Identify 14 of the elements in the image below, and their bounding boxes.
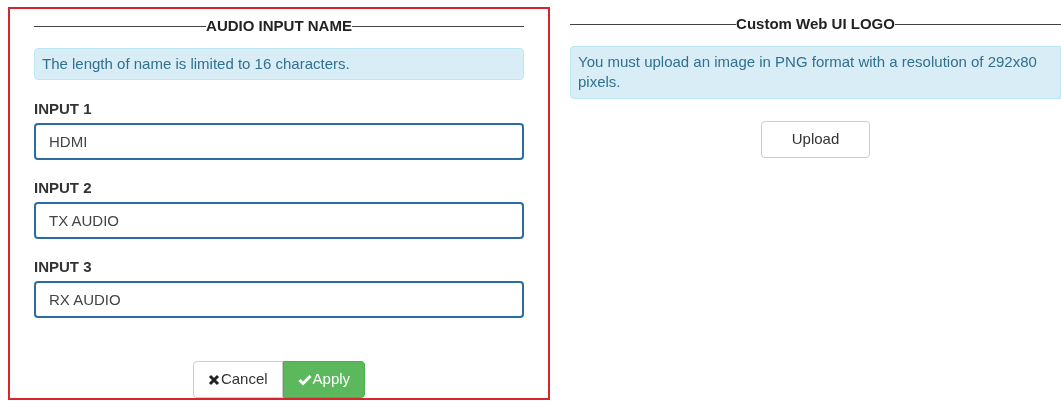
field-label: INPUT 1 bbox=[34, 100, 93, 119]
close-icon bbox=[207, 373, 220, 386]
input-field[interactable]: HDMI bbox=[34, 123, 524, 160]
check-icon bbox=[297, 373, 312, 386]
section-title: AUDIO INPUT NAME bbox=[206, 16, 352, 36]
info-message: You must upload an image in PNG format with a resolution of 292x80 pixels. bbox=[570, 45, 1061, 99]
field-label: INPUT 3 bbox=[34, 258, 93, 277]
input-field[interactable]: TX AUDIO bbox=[34, 202, 524, 239]
field-label: INPUT 2 bbox=[34, 179, 93, 198]
section-title: Custom Web UI LOGO bbox=[736, 14, 895, 34]
cancel-button[interactable]: Cancel bbox=[192, 361, 283, 398]
info-message: The length of name is limited to 16 characters. bbox=[34, 47, 524, 80]
upload-button[interactable]: Upload bbox=[761, 120, 870, 158]
input-field[interactable]: RX AUDIO bbox=[34, 281, 524, 318]
